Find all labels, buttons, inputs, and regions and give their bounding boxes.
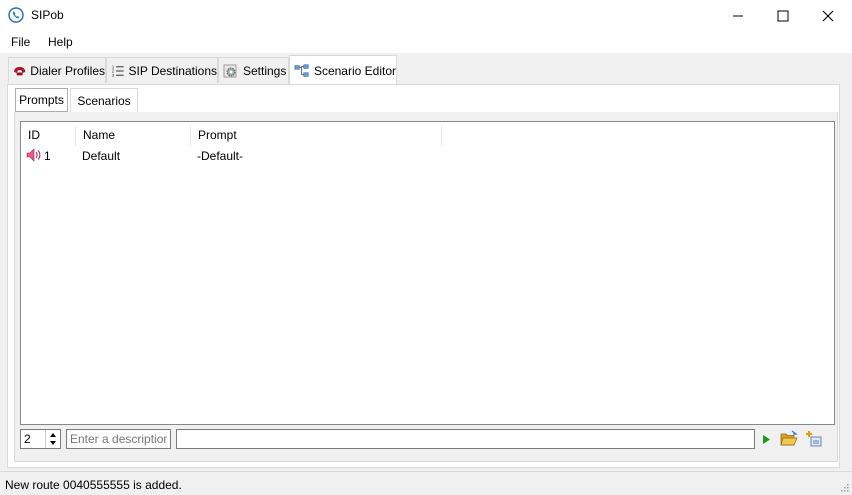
status-bar: New route 0040555555 is added. [0, 471, 852, 495]
row-name: Default [82, 149, 121, 163]
tab-label: Settings [243, 63, 287, 78]
window-title: SIPob [31, 8, 64, 22]
prompt-input[interactable] [176, 429, 755, 449]
svg-text:3: 3 [112, 72, 115, 77]
column-header-id[interactable]: ID [21, 126, 76, 146]
phone-handset-icon [14, 66, 26, 75]
subtab-label: Scenarios [77, 93, 131, 108]
minimize-button[interactable] [715, 0, 760, 31]
stepper-buttons [45, 430, 60, 448]
tab-settings[interactable]: Settings [218, 57, 289, 83]
stepper-up-icon[interactable] [49, 432, 57, 438]
open-folder-icon[interactable] [780, 430, 798, 447]
tab-label: SIP Destinations [128, 63, 218, 78]
status-text: New route 0040555555 is added. [5, 478, 182, 492]
menu-file[interactable]: File [11, 35, 30, 49]
id-stepper[interactable]: 2 [20, 429, 61, 449]
numbered-list-icon: 1 2 3 [112, 64, 124, 77]
id-value: 2 [24, 432, 31, 446]
tab-label: Scenario Editor [313, 63, 396, 78]
flowchart-icon [294, 63, 309, 77]
menu-help[interactable]: Help [48, 35, 73, 49]
gear-icon [223, 64, 237, 77]
subtab-label: Prompts [19, 93, 64, 107]
phone-icon [8, 7, 24, 23]
tab-scenario-editor[interactable]: Scenario Editor [289, 55, 397, 85]
menu-bar: File Help [0, 31, 852, 53]
tab-label: Dialer Profiles [30, 63, 105, 78]
column-header-prompt[interactable]: Prompt [191, 126, 442, 146]
list-item[interactable]: 1 Default -Default- [21, 146, 441, 164]
minimize-icon [732, 15, 743, 16]
subtab-prompts[interactable]: Prompts [15, 88, 68, 112]
subtab-scenarios[interactable]: Scenarios [70, 88, 138, 112]
row-id: 1 [44, 149, 51, 163]
maximize-button[interactable] [760, 0, 805, 31]
row-prompt: -Default- [197, 149, 244, 163]
play-icon[interactable] [760, 433, 772, 446]
maximize-icon [777, 10, 788, 21]
speaker-icon [26, 148, 41, 162]
description-input[interactable] [66, 429, 171, 449]
add-prompt-icon[interactable] [805, 430, 823, 448]
prompts-list[interactable]: ID Name Prompt 1 Default -Default- [20, 121, 835, 425]
column-header-name[interactable]: Name [76, 126, 191, 146]
close-icon [822, 10, 833, 21]
title-bar: SIPob [0, 0, 852, 31]
tab-dialer-profiles[interactable]: Dialer Profiles [8, 57, 106, 83]
close-button[interactable] [805, 0, 850, 31]
resize-grip-icon[interactable] [839, 482, 849, 492]
tab-sip-destinations[interactable]: 1 2 3 SIP Destinations [106, 57, 218, 83]
stepper-down-icon[interactable] [49, 440, 57, 446]
